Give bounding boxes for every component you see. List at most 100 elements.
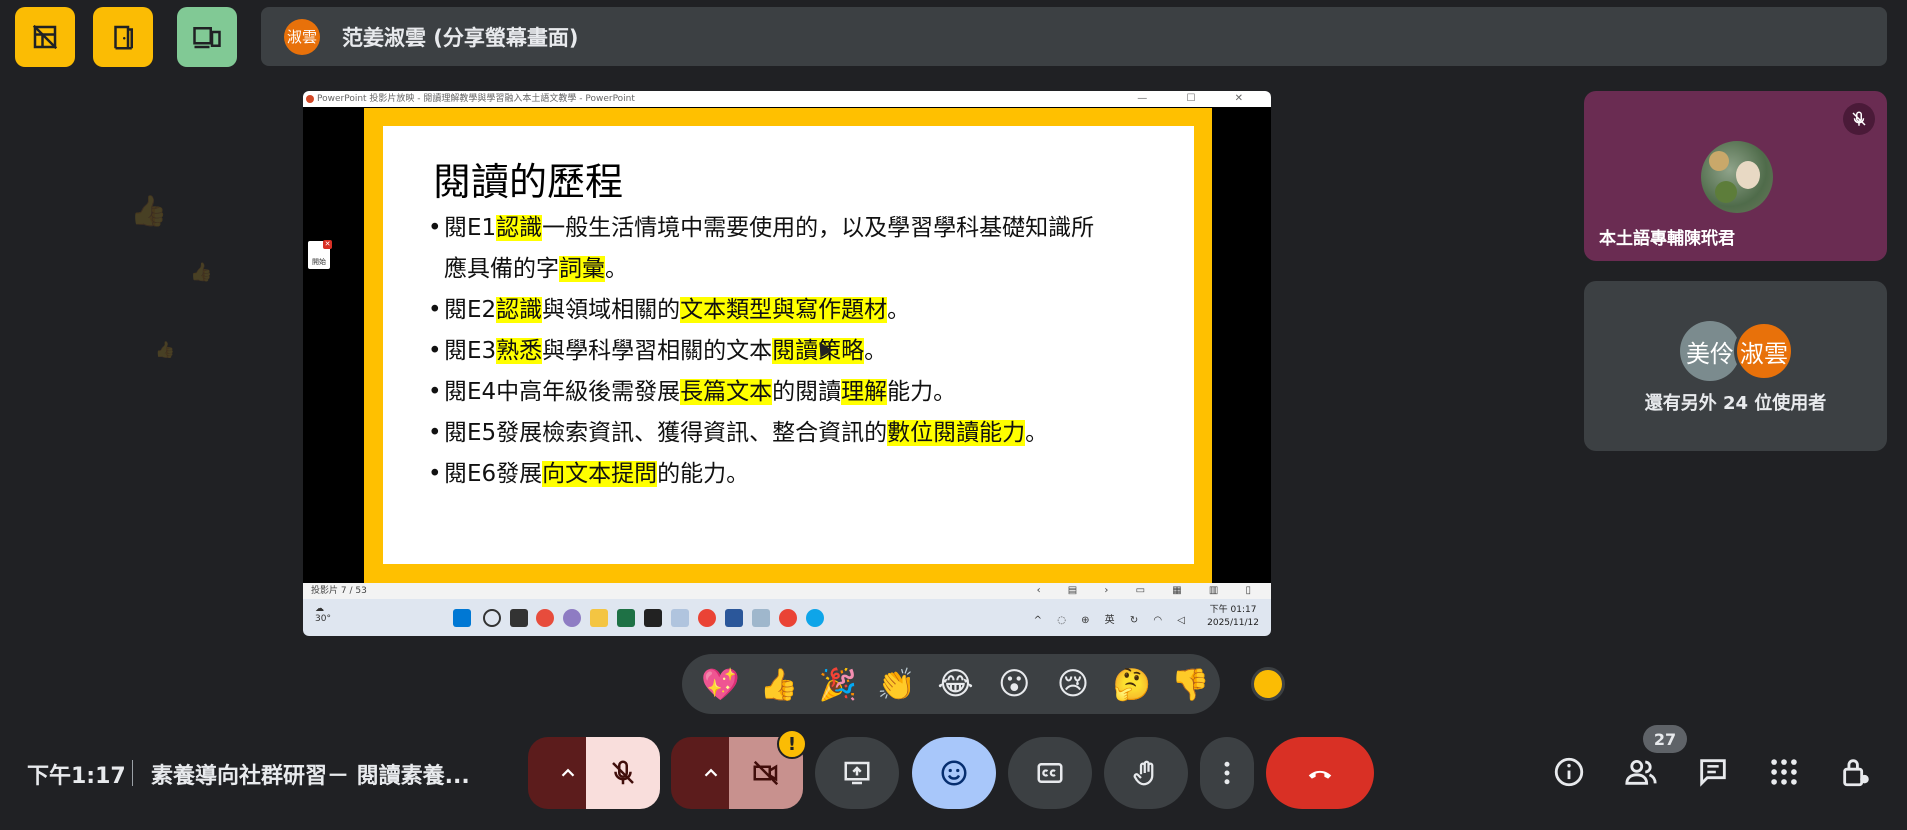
leave-call-button[interactable] xyxy=(1266,737,1374,809)
excel-icon xyxy=(617,609,635,627)
smiley-icon xyxy=(941,760,967,786)
bullet-text: 閱E2 xyxy=(444,297,497,323)
devices-icon xyxy=(193,27,221,49)
more-vert-icon xyxy=(1224,761,1230,785)
shared-screen: PowerPoint 投影片放映 - 閱讀理解教學與學習融入本土語文教學 - P… xyxy=(303,91,1271,636)
highlighted-text: 理解 xyxy=(841,379,888,405)
chrome-icon xyxy=(698,609,716,627)
present-icon xyxy=(844,761,870,785)
slide-frame: 閱讀的歷程 • 閱E1認識一般生活情境中需要使用的，以及學習學科基礎知識所 應具備的… xyxy=(364,108,1212,583)
more-options-button[interactable] xyxy=(1200,737,1254,809)
lock-person-icon xyxy=(1843,759,1869,787)
reaction-emoji-button[interactable]: 👍 xyxy=(750,666,809,703)
apps-grid-icon xyxy=(1771,759,1797,785)
highlighted-text: 認識 xyxy=(496,297,543,323)
people-button[interactable] xyxy=(1621,752,1661,792)
taskbar-clock: 下午 01:17 2025/11/12 xyxy=(1207,605,1259,628)
app-icon xyxy=(752,609,770,627)
app-icon xyxy=(725,609,743,627)
ppt-window-title: PowerPoint 投影片放映 - 閱讀理解教學與學習融入本土語文教學 - P… xyxy=(317,94,635,104)
avatar xyxy=(1701,141,1773,213)
meeting-clock: 下午1:17 xyxy=(27,764,126,789)
file-explorer-icon xyxy=(590,609,608,627)
highlighted-text: 文本類型與寫作題材 xyxy=(680,297,888,323)
highlighted-text: 數位閱讀能力 xyxy=(887,420,1026,446)
ppt-statusbar: 投影片 7 / 53 ‹ ▤ › ▭ ▦ ▥ ▯ xyxy=(303,583,1271,599)
hide-tiles-button[interactable] xyxy=(15,7,75,67)
captions-icon xyxy=(1037,763,1063,783)
hand-icon xyxy=(1133,760,1154,786)
avatar: 美伶 xyxy=(1680,321,1740,381)
copilot-icon xyxy=(563,609,581,627)
bullet-text: 。 xyxy=(605,256,628,282)
floating-thumbs-icon: 👍 xyxy=(130,194,168,229)
floating-thumbs-icon: 👍 xyxy=(190,262,213,283)
no-grid-icon xyxy=(32,24,58,50)
app-icon xyxy=(671,609,689,627)
bullet-text: 閱E3 xyxy=(444,338,497,364)
bullet-text: 能力。 xyxy=(887,379,957,405)
raise-hand-button[interactable] xyxy=(1104,737,1188,809)
bullet-text: 應具備的字 xyxy=(444,256,559,282)
others-count-label: 還有另外 24 位使用者 xyxy=(1644,393,1827,414)
chat-button[interactable] xyxy=(1693,752,1733,792)
reaction-emoji-button[interactable]: 💖 xyxy=(691,666,750,703)
reaction-emoji-button[interactable]: 👎 xyxy=(1161,666,1220,703)
powerpoint-icon xyxy=(306,95,314,103)
windows-taskbar: ☁ 30° ^ ◌ ⊕ 英 ↻ ◠ ◁ 下午 01:17 2025/11/12 xyxy=(303,599,1271,636)
slide: 閱讀的歷程 • 閱E1認識一般生活情境中需要使用的，以及學習學科基礎知識所 應具備的… xyxy=(383,126,1194,564)
bullet-text: 。 xyxy=(864,338,888,364)
chrome-icon xyxy=(779,609,797,627)
floating-thumbs-icon: 👍 xyxy=(155,340,175,359)
slide-bullet: • 閱E5發展檢索資訊、獲得資訊、整合資訊的數位閱讀能力。 xyxy=(428,420,1049,446)
mic-off-icon xyxy=(612,760,634,785)
chevron-up-icon xyxy=(704,768,718,777)
companion-mode-button[interactable] xyxy=(93,7,153,67)
mic-toggle-button[interactable] xyxy=(586,737,660,809)
info-icon xyxy=(1554,757,1584,787)
bullet-text: 閱E5發展檢索資訊、獲得資訊、整合資訊的 xyxy=(444,420,888,446)
view-controls: ‹ ▤ › ▭ ▦ ▥ ▯ xyxy=(1036,585,1263,596)
camera-warning-badge[interactable]: ! xyxy=(777,729,807,759)
ppt-window-titlebar: PowerPoint 投影片放映 - 閱讀理解教學與學習融入本土語文教學 - P… xyxy=(303,91,1271,107)
bullet-text: 閱E6發展 xyxy=(444,461,543,487)
edge-icon xyxy=(806,609,824,627)
meeting-info-button[interactable] xyxy=(1549,752,1589,792)
reaction-emoji-button[interactable]: 🤔 xyxy=(1102,666,1161,703)
presenter-bar: 淑雲 范姜淑雲 (分享螢幕畫面) xyxy=(261,7,1887,66)
others-tile[interactable]: 美伶 淑雲 還有另外 24 位使用者 xyxy=(1584,281,1887,451)
participant-tile[interactable]: 本土語專輔陳玳君 xyxy=(1584,91,1887,261)
divider xyxy=(132,760,133,786)
door-icon xyxy=(114,25,133,50)
meeting-title: 素養導向社群研習－ 閱讀素養... xyxy=(151,764,470,789)
presenter-label: 范姜淑雲 (分享螢幕畫面) xyxy=(342,25,579,50)
present-screen-button[interactable] xyxy=(815,737,899,809)
reaction-emoji-button[interactable]: 🎉 xyxy=(809,666,868,703)
end-call-icon xyxy=(1308,770,1332,779)
host-controls-button[interactable] xyxy=(1836,752,1876,792)
captions-button[interactable] xyxy=(1008,737,1092,809)
reaction-emoji-button[interactable]: 😢 xyxy=(1044,666,1103,702)
slide-title: 閱讀的歷程 xyxy=(433,160,624,204)
devices-button[interactable] xyxy=(177,7,237,67)
activities-button[interactable] xyxy=(1764,752,1804,792)
mic-off-icon xyxy=(1843,103,1875,135)
reaction-emoji-button[interactable]: 😮 xyxy=(985,666,1044,702)
slide-counter: 投影片 7 / 53 xyxy=(311,586,367,596)
reaction-emoji-button[interactable]: 👏 xyxy=(867,666,926,703)
close-icon: ✕ xyxy=(323,240,332,249)
highlighted-text: 詞彙 xyxy=(559,256,605,282)
people-count-badge: 27 xyxy=(1643,725,1687,753)
highlighted-text: 認識 xyxy=(496,215,543,241)
reactions-button[interactable] xyxy=(912,737,996,809)
app-icon xyxy=(644,609,662,627)
chevron-up-icon xyxy=(561,768,575,777)
bullet-text: 閱E4中高年級後需發展 xyxy=(444,379,681,405)
camera-off-icon xyxy=(753,760,779,786)
avatar: 淑雲 xyxy=(1734,321,1794,381)
weather-widget: ☁ 30° xyxy=(315,604,331,624)
task-view-icon xyxy=(510,609,528,627)
bullet-text: 與領域相關的 xyxy=(542,297,681,323)
reaction-emoji-button[interactable]: 😂 xyxy=(926,666,985,702)
skin-tone-button[interactable] xyxy=(1251,667,1285,701)
